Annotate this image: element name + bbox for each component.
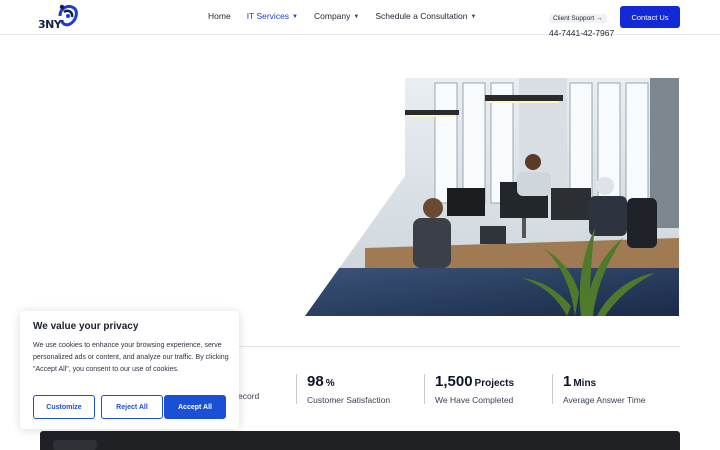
stat-label: We Have Completed [435,395,514,405]
nav-item-label: Schedule a Consultation [375,11,468,21]
stat-label: Average Answer Time [563,395,646,405]
caret-down-icon: ▼ [292,14,298,20]
nav-item-label: IT Services [246,11,290,21]
stat-unit: Projects [474,378,515,389]
reject-all-button[interactable]: Reject All [101,395,163,419]
client-support-link[interactable]: Client Support → [549,14,607,23]
nav-item-label: Home [208,11,231,21]
hero-office-image [305,78,679,316]
nav-item-it-services[interactable]: IT Services ▼ [247,11,298,21]
stat-answer-time: 1 Mins Average Answer Time [552,374,646,405]
customize-button[interactable]: Customize [33,395,95,419]
cookie-text: We use cookies to enhance your browsing … [33,342,229,373]
stat-label-partial: ecord [238,391,260,401]
stat-value-line: 98% [307,374,390,392]
nav-item-company[interactable]: Company ▼ [314,11,359,21]
caret-down-icon: ▼ [353,14,360,20]
cookie-title: We value your privacy [33,321,139,332]
stat-value-line: 1,500 Projects [435,374,514,392]
site-header: 3NY Home IT Services ▼ Company ▼ Schedule … [0,0,720,38]
accept-all-button[interactable]: Accept All [164,395,226,419]
client-support: Client Support → 44-7441-42-7967 [549,7,614,38]
cookie-consent-banner: We value your privacy We use cookies to … [20,311,239,429]
brand-logo[interactable]: 3NY [38,2,80,32]
nav-item-schedule-consultation[interactable]: Schedule a Consultation ▼ [375,11,476,21]
stat-value-line: 1 Mins [563,374,646,392]
section-tag [53,440,97,450]
stat-value: 1,500 [435,373,473,390]
dark-section [40,431,680,450]
stat-value: 1 [563,373,572,390]
stat-label: Customer Satisfaction [307,395,391,405]
main-nav: Home IT Services ▼ Company ▼ Schedule a Co… [208,11,492,21]
stat-value: 98 [307,373,324,390]
stat-unit: Mins [573,378,597,389]
phone-number[interactable]: 44-7441-42-7967 [549,28,614,38]
logo-text: 3NY [38,18,62,31]
nav-item-label: Company [314,11,351,21]
stat-projects-completed: 1,500 Projects We Have Completed [424,374,514,405]
stat-customer-satisfaction: 98% Customer Satisfaction [296,374,391,405]
nav-item-home[interactable]: Home [208,11,231,21]
contact-us-button[interactable]: Contact Us [620,6,680,28]
stat-unit: % [325,378,335,389]
caret-down-icon: ▼ [470,14,477,20]
